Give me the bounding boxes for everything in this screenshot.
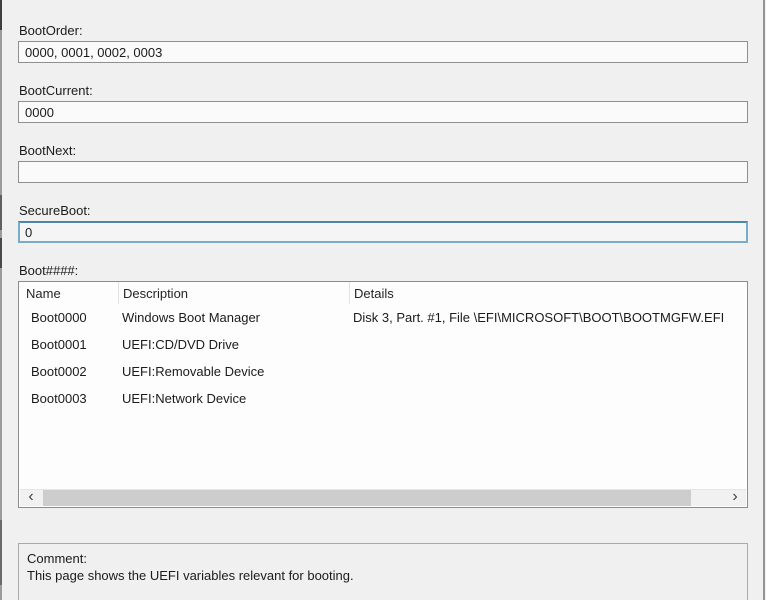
scroll-left-button[interactable]: ‹	[20, 488, 42, 506]
comment-text: This page shows the UEFI variables relev…	[27, 568, 354, 583]
bootorder-field[interactable]	[18, 41, 748, 63]
window-right-edge	[763, 0, 765, 600]
chevron-left-icon: ‹	[28, 488, 34, 505]
list-item-boot0001[interactable]: Boot0001 UEFI:CD/DVD Drive	[19, 331, 747, 358]
bootorder-label: BootOrder:	[19, 23, 83, 38]
horizontal-scrollbar: ‹ ›	[20, 489, 746, 506]
uefi-boot-page: BootOrder: BootCurrent: BootNext: Secure…	[18, 0, 748, 600]
cell-description: UEFI:Network Device	[122, 391, 247, 406]
secureboot-field[interactable]	[18, 221, 748, 243]
column-header-name[interactable]: Name	[19, 282, 118, 304]
list-item-boot0002[interactable]: Boot0002 UEFI:Removable Device	[19, 358, 747, 385]
cell-name: Boot0000	[31, 310, 87, 325]
bootcurrent-label: BootCurrent:	[19, 83, 93, 98]
cell-description: UEFI:CD/DVD Drive	[122, 337, 240, 352]
column-header-details[interactable]: Details	[349, 282, 747, 304]
column-header-description[interactable]: Description	[118, 282, 349, 304]
comment-box: Comment: This page shows the UEFI variab…	[18, 543, 748, 600]
boot-list-label: Boot####:	[19, 263, 79, 278]
cell-name: Boot0001	[31, 337, 87, 352]
cell-details: Disk 3, Part. #1, File \EFI\MICROSOFT\BO…	[353, 310, 725, 325]
chevron-right-icon: ›	[732, 488, 738, 505]
secureboot-label: SecureBoot:	[19, 203, 91, 218]
scroll-right-button[interactable]: ›	[724, 488, 746, 506]
scrollbar-thumb[interactable]	[43, 490, 691, 506]
list-header: Name Description Details	[19, 282, 747, 304]
bootnext-field[interactable]	[18, 161, 748, 183]
cell-name: Boot0002	[31, 364, 87, 379]
list-item-boot0003[interactable]: Boot0003 UEFI:Network Device	[19, 385, 747, 412]
list-item-boot0000[interactable]: Boot0000 Windows Boot Manager Disk 3, Pa…	[19, 304, 747, 331]
comment-label: Comment:	[27, 551, 87, 566]
scrollbar-track[interactable]	[42, 490, 724, 506]
cell-name: Boot0003	[31, 391, 87, 406]
bootnext-label: BootNext:	[19, 143, 77, 158]
window-left-edge	[0, 0, 2, 600]
cell-description: UEFI:Removable Device	[122, 364, 265, 379]
boot-entries-list: Name Description Details Boot0000 Window…	[18, 281, 748, 508]
cell-description: Windows Boot Manager	[122, 310, 261, 325]
bootcurrent-field[interactable]	[18, 101, 748, 123]
